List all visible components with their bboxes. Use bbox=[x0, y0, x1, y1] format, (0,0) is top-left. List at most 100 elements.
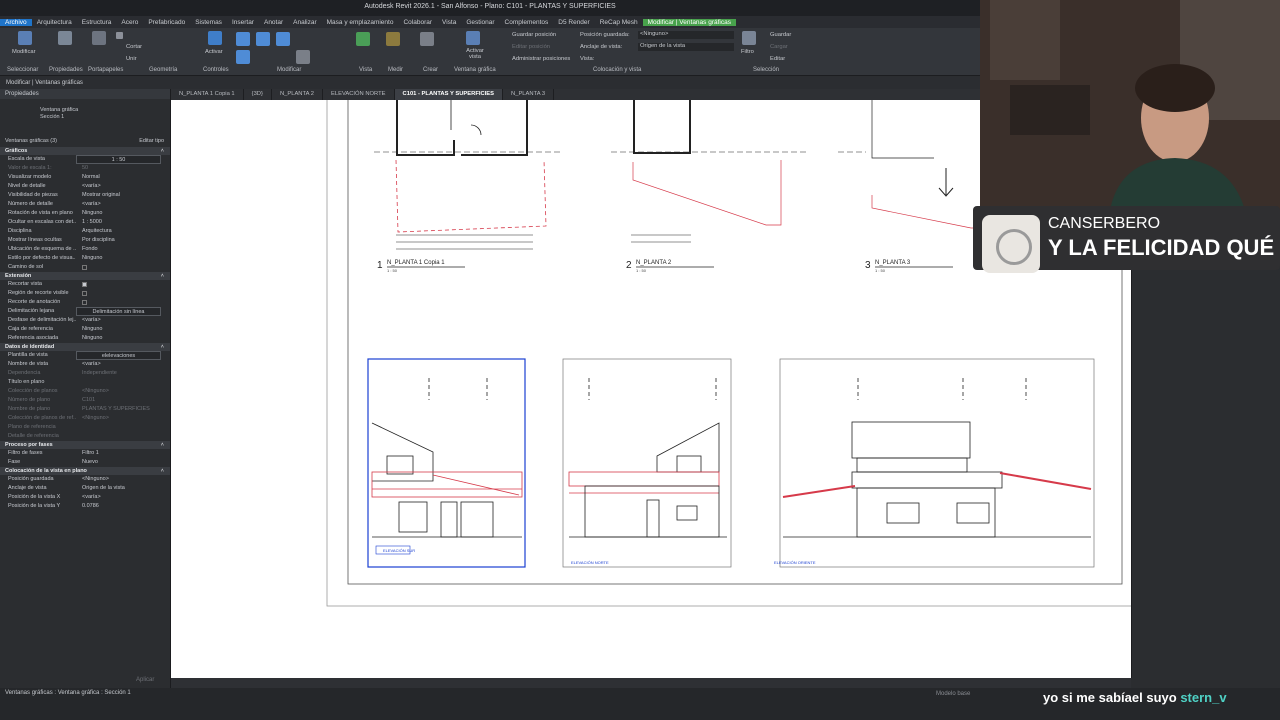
collapse-caret-icon[interactable]: ˄ bbox=[161, 467, 164, 475]
modify-button[interactable]: Modificar bbox=[12, 49, 36, 55]
properties-section-header[interactable]: Extensión ˄ bbox=[0, 272, 170, 280]
menu-insertar[interactable]: Insertar bbox=[227, 19, 259, 26]
property-value[interactable] bbox=[76, 289, 161, 298]
menu-d5render[interactable]: D5 Render bbox=[553, 19, 594, 26]
view-control-bar[interactable] bbox=[171, 678, 1131, 688]
property-name: Recortar vista bbox=[8, 281, 42, 287]
property-value[interactable]: Ninguno bbox=[76, 334, 161, 343]
properties-section-header[interactable]: Datos de identidad ˄ bbox=[0, 343, 170, 351]
property-value[interactable]: Ninguno bbox=[76, 209, 161, 218]
property-value[interactable] bbox=[76, 263, 161, 272]
mirror-icon[interactable] bbox=[276, 32, 290, 46]
collapse-caret-icon[interactable]: ˄ bbox=[161, 147, 164, 155]
tab-planta3[interactable]: N_PLANTA 3 bbox=[503, 89, 555, 100]
cut-icon[interactable] bbox=[116, 32, 123, 39]
menu-masa[interactable]: Masa y emplazamiento bbox=[322, 19, 399, 26]
save-position-button[interactable]: Guardar posición bbox=[512, 32, 556, 38]
menu-archivo[interactable]: Archivo bbox=[0, 18, 32, 26]
menu-prefabricado[interactable]: Prefabricado bbox=[143, 19, 190, 26]
property-value[interactable]: <varía> bbox=[76, 360, 161, 369]
property-value[interactable]: 1 : 50 bbox=[76, 155, 161, 164]
edit-type-button[interactable]: Editar tipo bbox=[139, 135, 164, 147]
property-value[interactable]: Delimitación sin línea bbox=[76, 307, 161, 316]
align-icon[interactable] bbox=[236, 32, 250, 46]
property-value[interactable] bbox=[76, 280, 161, 289]
measure-icon[interactable] bbox=[386, 32, 400, 46]
menu-sistemas[interactable]: Sistemas bbox=[190, 19, 227, 26]
property-value[interactable]: Por disciplina bbox=[76, 236, 161, 245]
property-value[interactable]: Fondo bbox=[76, 245, 161, 254]
property-value[interactable]: elelevaciones bbox=[76, 351, 161, 360]
menu-acero[interactable]: Acero bbox=[116, 19, 143, 26]
property-checkbox[interactable] bbox=[82, 265, 87, 270]
tab-c101[interactable]: C101 - PLANTAS Y SUPERFICIES bbox=[394, 89, 504, 100]
save-selection-button[interactable]: Guardar bbox=[770, 32, 791, 38]
menu-analizar[interactable]: Analizar bbox=[288, 19, 321, 26]
menu-vista[interactable]: Vista bbox=[437, 19, 461, 26]
property-value[interactable]: Origen de la vista bbox=[76, 484, 161, 493]
apply-button[interactable]: Aplicar bbox=[136, 677, 154, 683]
property-value[interactable]: <varía> bbox=[76, 493, 161, 502]
saved-position-select[interactable]: <Ninguno> bbox=[638, 31, 734, 39]
property-value[interactable] bbox=[76, 298, 161, 307]
property-value[interactable]: Arquitectura bbox=[76, 227, 161, 236]
edit-selection-button[interactable]: Editar bbox=[770, 56, 785, 62]
property-value[interactable]: 0.0786 bbox=[76, 502, 161, 511]
filter-button[interactable]: Filtro bbox=[741, 49, 754, 55]
property-value[interactable]: Normal bbox=[76, 173, 161, 182]
rotate-icon[interactable] bbox=[296, 50, 310, 64]
type-selector-preview[interactable]: Ventana gráfica Sección 1 bbox=[0, 99, 170, 135]
offset-icon[interactable] bbox=[256, 32, 270, 46]
group-select[interactable]: Seleccionar bbox=[7, 67, 38, 73]
property-checkbox[interactable] bbox=[82, 282, 87, 287]
tab-elevacion-norte[interactable]: ELEVACIÓN NORTE bbox=[323, 89, 395, 100]
property-value[interactable]: <varía> bbox=[76, 182, 161, 191]
plan-title-number: 1 bbox=[377, 260, 383, 271]
properties-section-header[interactable]: Gráficos ˄ bbox=[0, 147, 170, 155]
view-icon[interactable] bbox=[356, 32, 370, 46]
property-value[interactable]: <Ninguno> bbox=[76, 475, 161, 484]
property-value[interactable]: Filtro 1 bbox=[76, 449, 161, 458]
collapse-caret-icon[interactable]: ˄ bbox=[161, 343, 164, 351]
manage-positions-button[interactable]: Administrar posiciones bbox=[512, 56, 570, 62]
property-value[interactable]: 1 : 5000 bbox=[76, 218, 161, 227]
tab-planta2[interactable]: N_PLANTA 2 bbox=[272, 89, 323, 100]
activate-view-icon[interactable] bbox=[466, 31, 480, 45]
property-value[interactable]: Nuevo bbox=[76, 458, 161, 467]
instance-selector[interactable]: Ventanas gráficas (3) Editar tipo bbox=[0, 135, 170, 147]
menu-estructura[interactable]: Estructura bbox=[77, 19, 117, 26]
anchor-select[interactable]: Origen de la vista bbox=[638, 43, 734, 51]
menu-arquitectura[interactable]: Arquitectura bbox=[32, 19, 77, 26]
menu-colaborar[interactable]: Colaborar bbox=[398, 19, 437, 26]
create-icon[interactable] bbox=[420, 32, 434, 46]
property-value[interactable]: Mostrar original bbox=[76, 191, 161, 200]
tab-3d[interactable]: {3D} bbox=[244, 89, 272, 100]
property-value[interactable]: Ninguno bbox=[76, 325, 161, 334]
collapse-caret-icon[interactable]: ˄ bbox=[161, 441, 164, 449]
property-checkbox[interactable] bbox=[82, 291, 87, 296]
paste-icon[interactable] bbox=[92, 31, 106, 45]
cut-label[interactable]: Cortar bbox=[126, 44, 142, 50]
menu-recap[interactable]: ReCap Mesh bbox=[595, 19, 643, 26]
property-value[interactable] bbox=[76, 378, 161, 387]
move-icon[interactable] bbox=[236, 50, 250, 64]
modify-cursor-icon[interactable] bbox=[18, 31, 32, 45]
collapse-caret-icon[interactable]: ˄ bbox=[161, 272, 164, 280]
properties-section-header[interactable]: Proceso por fases ˄ bbox=[0, 441, 170, 449]
menu-anotar[interactable]: Anotar bbox=[259, 19, 288, 26]
property-value[interactable]: <varía> bbox=[76, 200, 161, 209]
menu-complementos[interactable]: Complementos bbox=[500, 19, 554, 26]
activate-icon[interactable] bbox=[208, 31, 222, 45]
properties-section-header[interactable]: Colocación de la vista en plano ˄ bbox=[0, 467, 170, 475]
activate-button[interactable]: Activar bbox=[205, 49, 223, 55]
filter-icon[interactable] bbox=[742, 31, 756, 45]
property-value[interactable]: <varía> bbox=[76, 316, 161, 325]
property-value[interactable]: Ninguno bbox=[76, 254, 161, 263]
tab-planta1-copia[interactable]: N_PLANTA 1 Copia 1 bbox=[171, 89, 244, 100]
menu-gestionar[interactable]: Gestionar bbox=[461, 19, 499, 26]
property-checkbox[interactable] bbox=[82, 300, 87, 305]
menu-modify-viewports[interactable]: Modificar | Ventanas gráficas bbox=[642, 18, 736, 26]
properties-icon[interactable] bbox=[58, 31, 72, 45]
activate-view-button[interactable]: Activar vista bbox=[464, 48, 486, 60]
join-label[interactable]: Unir bbox=[126, 56, 137, 62]
